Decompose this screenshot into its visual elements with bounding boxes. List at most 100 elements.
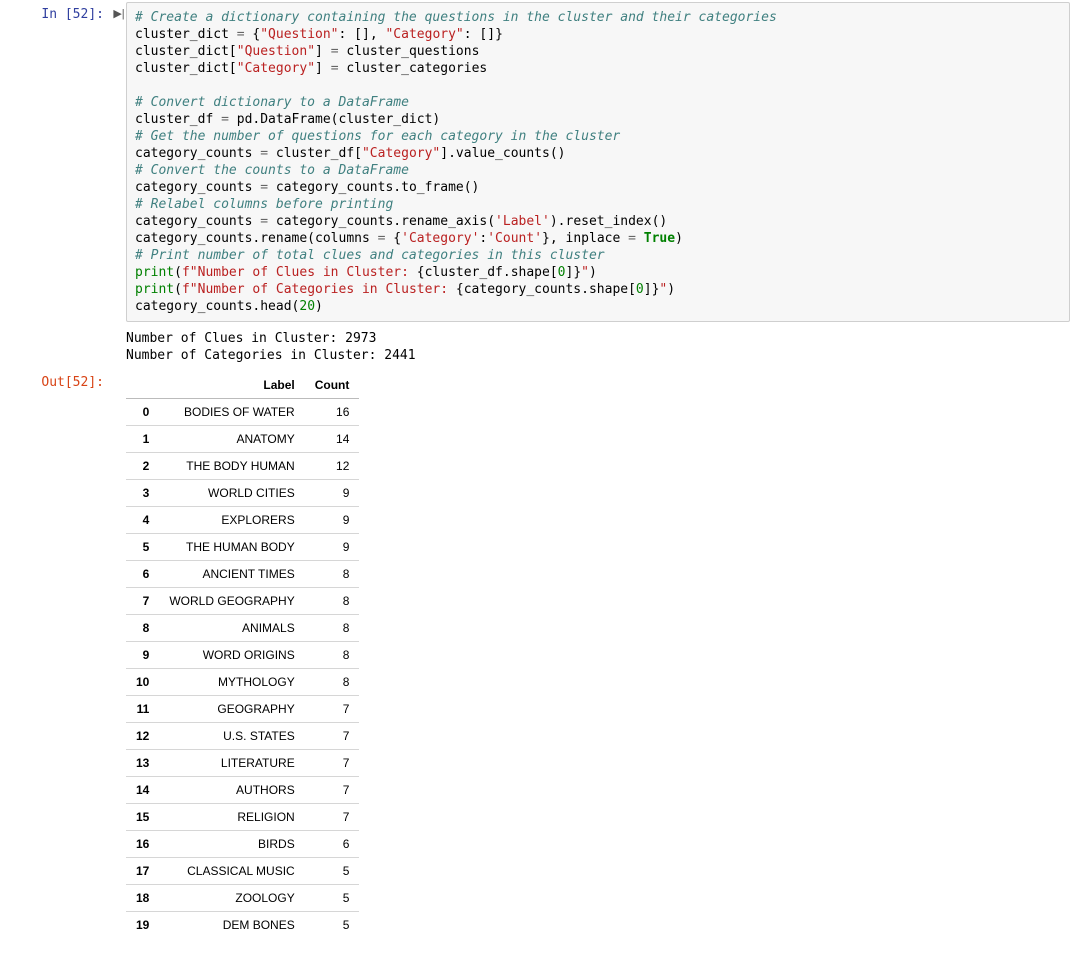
row-label: MYTHOLOGY <box>159 669 304 696</box>
code-token: # Create a dictionary containing the que… <box>135 10 777 25</box>
code-token: = <box>628 231 636 246</box>
row-count: 8 <box>305 561 360 588</box>
code-token: 'Count' <box>487 231 542 246</box>
code-token: ).reset_index() <box>550 214 667 229</box>
code-token: # Convert the counts to a DataFrame <box>135 163 409 178</box>
row-index: 8 <box>126 615 159 642</box>
table-row: 0BODIES OF WATER16 <box>126 399 359 426</box>
row-count: 7 <box>305 696 360 723</box>
table-row: 2THE BODY HUMAN12 <box>126 453 359 480</box>
row-label: U.S. STATES <box>159 723 304 750</box>
code-token: {cluster_df.shape[ <box>417 265 558 280</box>
col-label-header: Label <box>159 372 304 399</box>
row-index: 10 <box>126 669 159 696</box>
output-prompt: Out[52]: <box>0 370 112 396</box>
row-index: 4 <box>126 507 159 534</box>
code-token: ) <box>675 231 683 246</box>
table-row: 11GEOGRAPHY7 <box>126 696 359 723</box>
code-token: "Category" <box>385 27 463 42</box>
row-label: AUTHORS <box>159 777 304 804</box>
code-token: cluster_questions <box>339 44 480 59</box>
code-token: = <box>260 180 268 195</box>
row-label: DEM BONES <box>159 912 304 939</box>
row-count: 14 <box>305 426 360 453</box>
table-row: 4EXPLORERS9 <box>126 507 359 534</box>
row-index: 14 <box>126 777 159 804</box>
row-count: 8 <box>305 669 360 696</box>
empty-prompt <box>0 326 112 336</box>
row-label: ANATOMY <box>159 426 304 453</box>
row-count: 5 <box>305 912 360 939</box>
table-row: 3WORLD CITIES9 <box>126 480 359 507</box>
row-count: 16 <box>305 399 360 426</box>
table-row: 19DEM BONES5 <box>126 912 359 939</box>
table-row: 18ZOOLOGY5 <box>126 885 359 912</box>
row-label: GEOGRAPHY <box>159 696 304 723</box>
table-row: 12U.S. STATES7 <box>126 723 359 750</box>
row-count: 9 <box>305 480 360 507</box>
row-index: 12 <box>126 723 159 750</box>
code-token: True <box>644 231 675 246</box>
table-row: 15RELIGION7 <box>126 804 359 831</box>
row-count: 9 <box>305 507 360 534</box>
row-count: 9 <box>305 534 360 561</box>
code-token: = <box>260 146 268 161</box>
row-label: THE BODY HUMAN <box>159 453 304 480</box>
row-index: 15 <box>126 804 159 831</box>
row-count: 5 <box>305 885 360 912</box>
code-token: category_counts <box>135 146 260 161</box>
row-index: 2 <box>126 453 159 480</box>
code-token: = <box>237 27 245 42</box>
code-token: pd.DataFrame(cluster_dict) <box>229 112 440 127</box>
row-count: 7 <box>305 750 360 777</box>
code-input[interactable]: # Create a dictionary containing the que… <box>126 2 1070 322</box>
row-count: 5 <box>305 858 360 885</box>
code-token: category_counts <box>135 180 260 195</box>
code-token: cluster_dict <box>135 27 237 42</box>
row-index: 1 <box>126 426 159 453</box>
code-token: "Category" <box>362 146 440 161</box>
row-count: 8 <box>305 642 360 669</box>
run-cell-icon[interactable]: ▶| <box>112 2 126 20</box>
code-token: : [], <box>339 27 386 42</box>
table-row: 10MYTHOLOGY8 <box>126 669 359 696</box>
row-label: THE HUMAN BODY <box>159 534 304 561</box>
code-token: "Category" <box>237 61 315 76</box>
code-token: = <box>260 214 268 229</box>
code-token: 20 <box>299 299 315 314</box>
col-count-header: Count <box>305 372 360 399</box>
code-token: {category_counts.shape[ <box>456 282 636 297</box>
table-corner <box>126 372 159 399</box>
row-index: 9 <box>126 642 159 669</box>
row-count: 7 <box>305 777 360 804</box>
code-token: { <box>385 231 401 246</box>
input-cell: In [52]: ▶| # Create a dictionary contai… <box>0 0 1081 324</box>
row-label: ANCIENT TIMES <box>159 561 304 588</box>
row-label: WORLD CITIES <box>159 480 304 507</box>
row-label: BODIES OF WATER <box>159 399 304 426</box>
table-header-row: Label Count <box>126 372 359 399</box>
row-count: 7 <box>305 804 360 831</box>
output-table: Label Count 0BODIES OF WATER161ANATOMY14… <box>126 372 359 938</box>
code-token: category_counts.to_frame() <box>268 180 479 195</box>
code-token: cluster_categories <box>339 61 488 76</box>
row-label: LITERATURE <box>159 750 304 777</box>
row-index: 11 <box>126 696 159 723</box>
code-token: cluster_df <box>135 112 221 127</box>
code-token: ) <box>315 299 323 314</box>
stdout-text: Number of Clues in Cluster: 2973 Number … <box>126 326 1076 366</box>
code-token: "Question" <box>260 27 338 42</box>
row-index: 7 <box>126 588 159 615</box>
row-label: WORLD GEOGRAPHY <box>159 588 304 615</box>
code-token: ]} <box>644 282 660 297</box>
row-index: 18 <box>126 885 159 912</box>
code-token: ) <box>589 265 597 280</box>
code-token: }, inplace <box>542 231 628 246</box>
code-token: = <box>331 44 339 59</box>
row-index: 19 <box>126 912 159 939</box>
stdout-cell: Number of Clues in Cluster: 2973 Number … <box>0 324 1081 368</box>
row-index: 0 <box>126 399 159 426</box>
code-token: print <box>135 282 174 297</box>
row-label: ZOOLOGY <box>159 885 304 912</box>
row-index: 13 <box>126 750 159 777</box>
